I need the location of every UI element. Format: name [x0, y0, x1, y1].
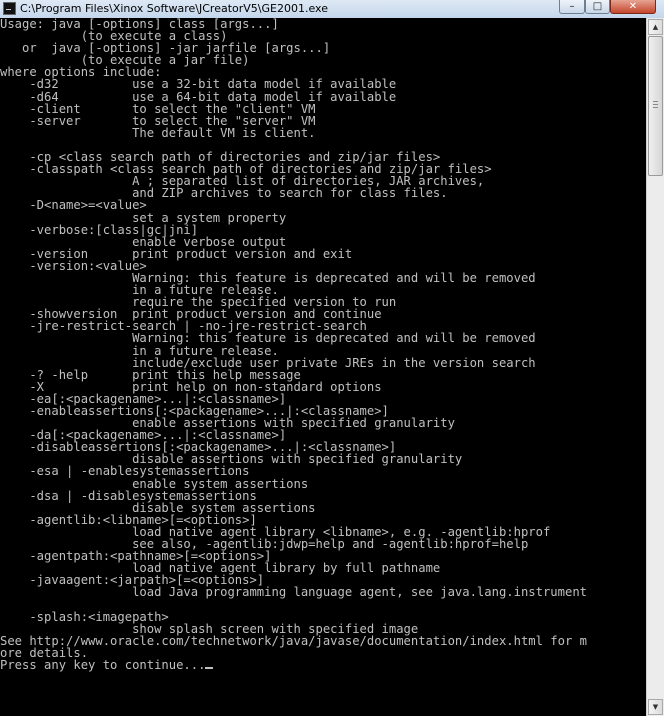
scroll-down-arrow-icon[interactable]: ▼	[648, 699, 663, 715]
scroll-up-arrow-icon[interactable]: ▲	[648, 19, 663, 35]
console-app-icon[interactable]	[3, 2, 16, 15]
maximize-button[interactable]: □	[585, 0, 610, 14]
scrollbar-grip-icon	[653, 101, 658, 109]
console-text: Usage: java [-options] class [args...] (…	[0, 18, 646, 671]
title-bar[interactable]: C:\Program Files\Xinox Software\JCreator…	[0, 0, 664, 19]
minimize-button[interactable]: –	[559, 0, 585, 14]
close-button[interactable]: ✕	[610, 0, 656, 14]
console-window: C:\Program Files\Xinox Software\JCreator…	[0, 0, 664, 716]
scrollbar-thumb[interactable]	[648, 36, 663, 176]
window-title: C:\Program Files\Xinox Software\JCreator…	[20, 2, 328, 15]
console-line: The default VM is client.	[0, 125, 316, 140]
console-line: Press any key to continue...	[0, 657, 206, 672]
text-cursor	[205, 666, 214, 669]
console-output-area[interactable]: Usage: java [-options] class [args...] (…	[0, 18, 646, 716]
vertical-scrollbar[interactable]: ▲ ▼	[646, 18, 664, 716]
console-line: load Java programming language agent, se…	[0, 585, 587, 600]
